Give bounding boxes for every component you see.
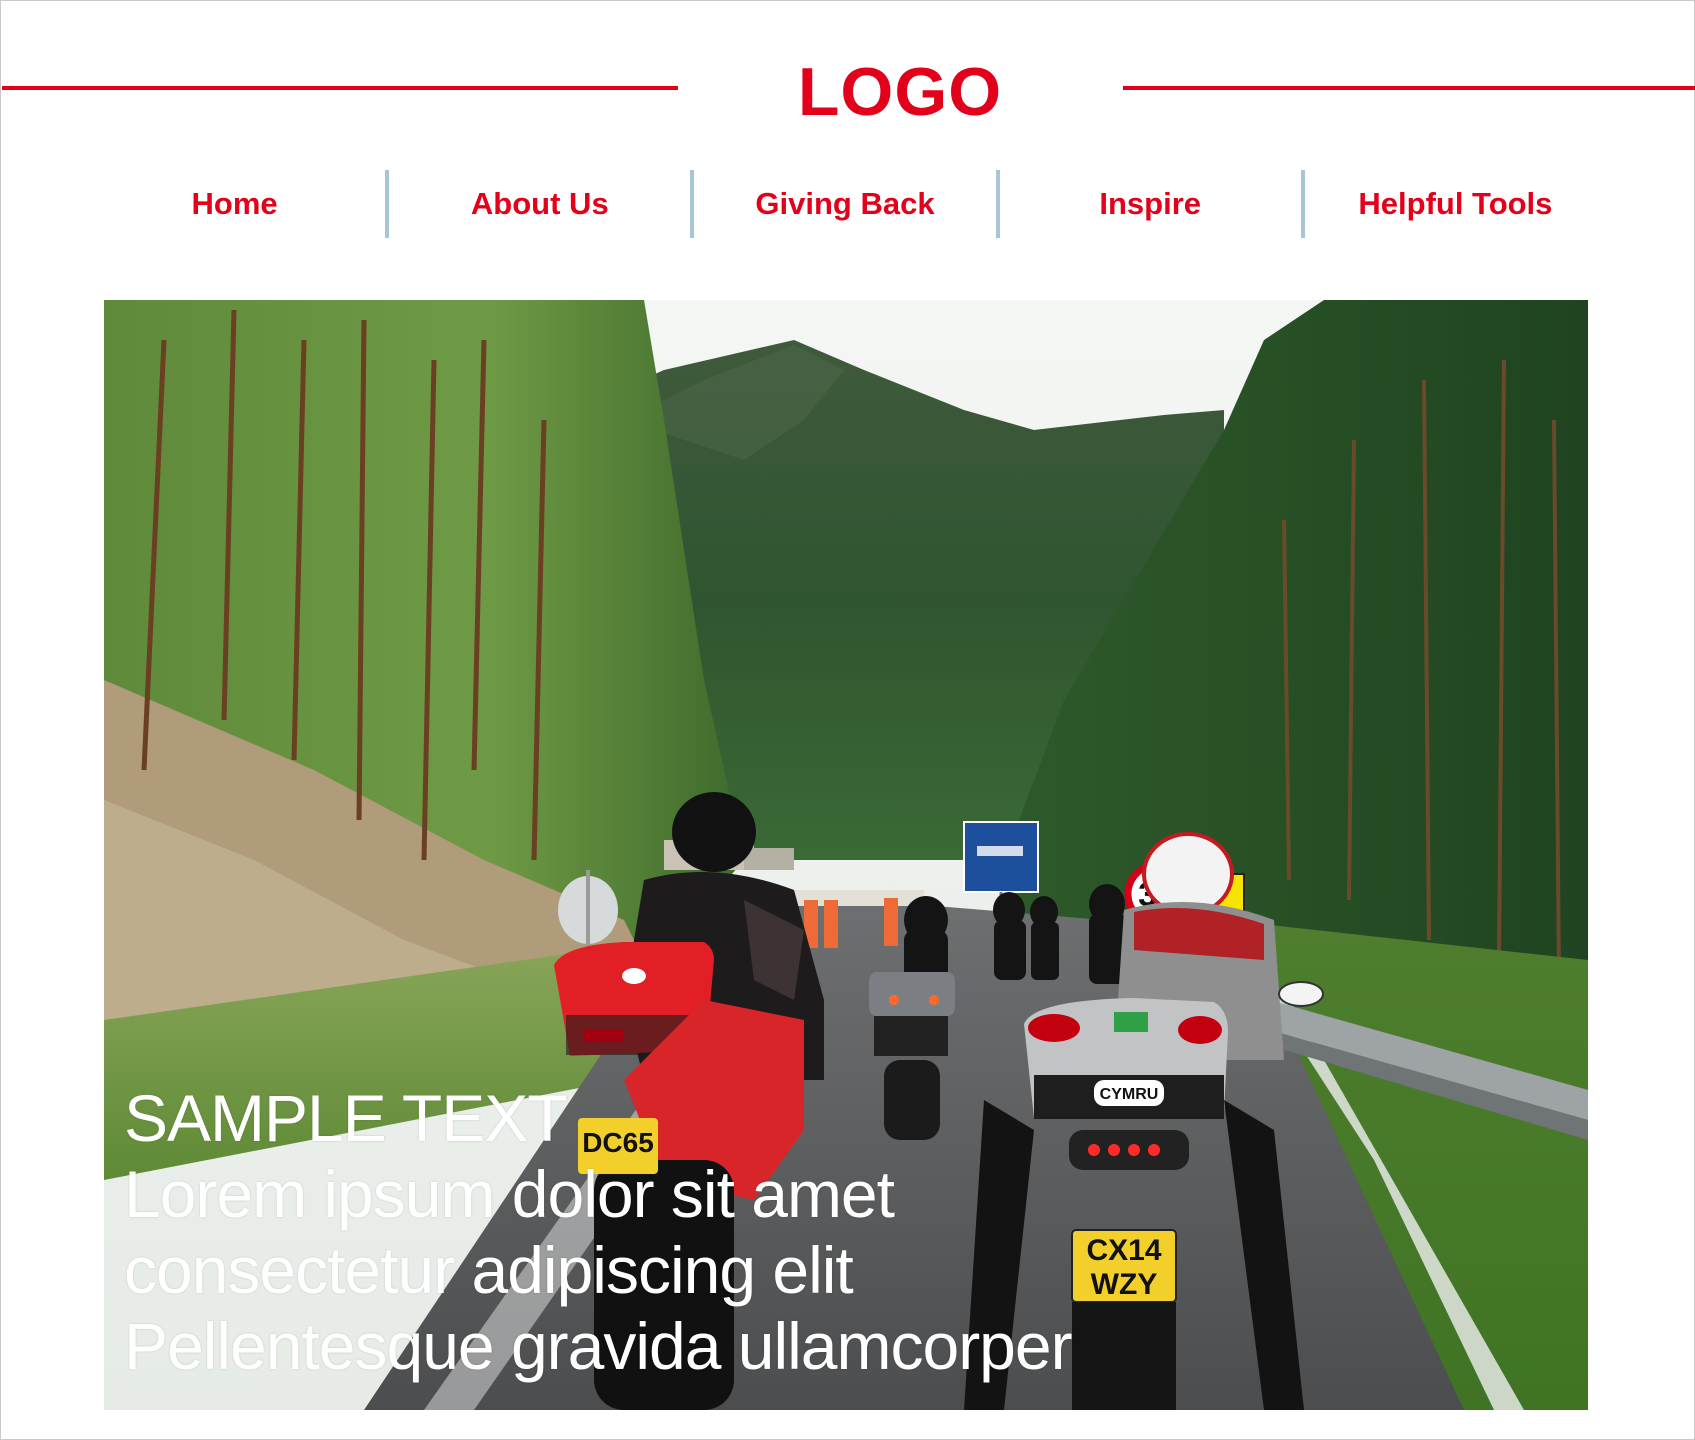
right-plate-line2: WZY [1091, 1268, 1158, 1301]
nav-item-about-us[interactable]: About Us [389, 168, 690, 240]
main-nav: Home About Us Giving Back Inspire Helpfu… [84, 168, 1606, 240]
hero-line: consectetur adipiscing elit [124, 1233, 854, 1307]
nav-item-helpful-tools[interactable]: Helpful Tools [1305, 168, 1606, 240]
right-plate-line1: CX14 [1086, 1234, 1161, 1267]
nav-item-home[interactable]: Home [84, 168, 385, 240]
site-header: LOGO Home About Us Giving Back Inspire H… [0, 0, 1695, 290]
header-rule-left [2, 86, 678, 90]
nav-item-inspire[interactable]: Inspire [1000, 168, 1301, 240]
hero-line: Pellentesque gravida ullamcorper [124, 1309, 1073, 1383]
hero-line: Lorem ipsum dolor sit amet [124, 1157, 895, 1231]
site-logo[interactable]: LOGO [700, 52, 1100, 132]
hero-heading: SAMPLE TEXT [124, 1081, 568, 1155]
cymru-sticker: CYMRU [1100, 1086, 1159, 1103]
hero-caption: SAMPLE TEXT Lorem ipsum dolor sit amet c… [124, 1080, 1073, 1384]
nav-item-giving-back[interactable]: Giving Back [694, 168, 995, 240]
hero-banner[interactable]: 30 [104, 300, 1588, 1410]
header-rule-right [1123, 86, 1695, 90]
